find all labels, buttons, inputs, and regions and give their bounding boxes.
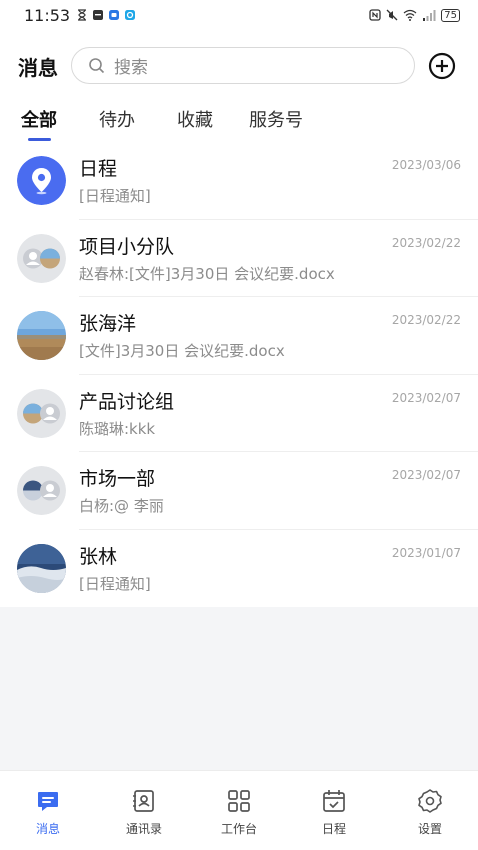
nav-label: 日程 bbox=[321, 822, 346, 836]
app-notification-icon bbox=[109, 10, 120, 20]
conversation-list: 日程 [日程通知] 2023/03/06 项目小分队 赵春林:[文件]3月30日… bbox=[0, 142, 478, 607]
conversation-date: 2023/02/22 bbox=[391, 313, 461, 327]
conversation-name: 日程 bbox=[79, 158, 118, 180]
conversation-row[interactable]: 市场一部 白杨:@ 李丽 2023/02/07 bbox=[0, 452, 478, 530]
conversation-row[interactable]: 产品讨论组 陈璐琳:kkk 2023/02/07 bbox=[0, 375, 478, 452]
battery-indicator: 75 bbox=[441, 8, 460, 22]
signal-icon bbox=[423, 10, 436, 21]
conversation-date: 2023/01/07 bbox=[391, 545, 461, 560]
group-avatar bbox=[17, 388, 66, 438]
nav-label: 消息 bbox=[35, 822, 60, 836]
search-input[interactable]: 搜索 bbox=[71, 47, 415, 84]
nav-workbench[interactable]: 工作台 bbox=[191, 771, 287, 850]
conversation-row[interactable]: 张海洋 [文件]3月30日 会议纪要.docx 2023/02/22 bbox=[0, 297, 478, 375]
app-notification-icon bbox=[93, 10, 104, 20]
conversation-preview: 陈璐琳:kkk bbox=[79, 419, 156, 438]
tab-all[interactable]: 全部 bbox=[21, 106, 57, 132]
search-icon bbox=[89, 57, 105, 73]
workbench-icon bbox=[228, 790, 250, 812]
search-placeholder: 搜索 bbox=[114, 58, 148, 78]
page-title: 消息 bbox=[18, 56, 58, 80]
conversation-name: 市场一部 bbox=[79, 468, 156, 490]
nfc-icon bbox=[369, 9, 381, 21]
conversation-name: 张海洋 bbox=[79, 313, 137, 335]
tab-indicator bbox=[28, 138, 51, 141]
landscape-photo-avatar bbox=[17, 311, 66, 360]
tab-todo[interactable]: 待办 bbox=[99, 106, 135, 132]
status-bar: 11:53 75 bbox=[0, 0, 478, 30]
mute-icon bbox=[386, 9, 398, 21]
app-notification-icon bbox=[125, 10, 136, 20]
conversation-name: 张林 bbox=[79, 545, 118, 568]
hourglass-icon bbox=[78, 9, 87, 21]
conversation-date: 2023/03/06 bbox=[391, 158, 461, 172]
nav-settings[interactable]: 设置 bbox=[382, 771, 478, 850]
settings-icon bbox=[418, 789, 442, 813]
conversation-row[interactable]: 张林 [日程通知] 2023/01/07 bbox=[0, 530, 478, 608]
tab-bar: 全部 待办 收藏 服务号 bbox=[0, 102, 478, 142]
bottom-nav: 消息 通讯录 工作台 日程 设置 bbox=[0, 770, 478, 850]
nav-label: 工作台 bbox=[220, 822, 257, 836]
conversation-date: 2023/02/22 bbox=[391, 235, 461, 250]
nav-label: 设置 bbox=[417, 822, 442, 836]
snow-photo-avatar bbox=[17, 543, 66, 593]
add-icon[interactable] bbox=[428, 52, 456, 80]
group-avatar bbox=[17, 466, 66, 515]
conversation-preview: 赵春林:[文件]3月30日 会议纪要.docx bbox=[79, 264, 335, 283]
conversation-name: 项目小分队 bbox=[79, 235, 175, 258]
conversation-preview: [日程通知] bbox=[79, 574, 151, 593]
calendar-icon bbox=[323, 790, 345, 812]
nav-messages[interactable]: 消息 bbox=[0, 771, 96, 850]
conversation-preview: [文件]3月30日 会议纪要.docx bbox=[79, 342, 285, 360]
group-avatar bbox=[17, 233, 66, 283]
tab-service-accounts[interactable]: 服务号 bbox=[249, 106, 303, 132]
conversation-date: 2023/02/07 bbox=[391, 390, 461, 405]
conversation-row[interactable]: 项目小分队 赵春林:[文件]3月30日 会议纪要.docx 2023/02/22 bbox=[0, 220, 478, 297]
conversation-row[interactable]: 日程 [日程通知] 2023/03/06 bbox=[0, 142, 478, 220]
status-time: 11:53 bbox=[24, 5, 71, 25]
header: 消息 搜索 全部 待办 收藏 服务号 bbox=[0, 30, 478, 142]
nav-label: 通讯录 bbox=[125, 822, 162, 836]
conversation-preview: 白杨:@ 李丽 bbox=[79, 497, 164, 515]
wifi-icon bbox=[403, 9, 417, 21]
calendar-app-icon bbox=[17, 156, 66, 205]
conversation-date: 2023/02/07 bbox=[391, 468, 461, 482]
tab-favorites[interactable]: 收藏 bbox=[177, 106, 213, 132]
nav-calendar[interactable]: 日程 bbox=[286, 771, 382, 850]
conversation-name: 产品讨论组 bbox=[79, 390, 175, 413]
contacts-icon bbox=[133, 790, 154, 812]
message-icon bbox=[38, 792, 58, 811]
conversation-preview: [日程通知] bbox=[79, 187, 151, 205]
nav-contacts[interactable]: 通讯录 bbox=[96, 771, 192, 850]
